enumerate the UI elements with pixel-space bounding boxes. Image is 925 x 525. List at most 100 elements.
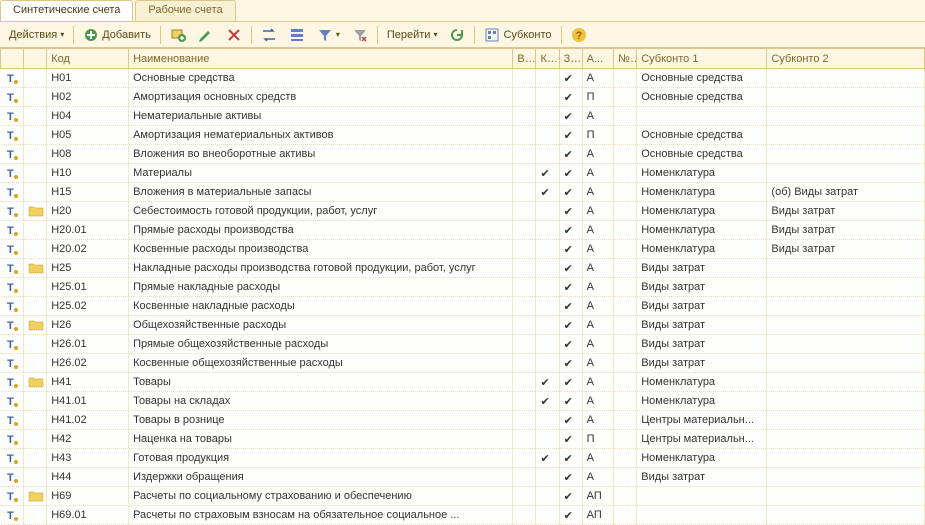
svg-text:T: T bbox=[7, 206, 14, 218]
cell-code: Н26.02 bbox=[47, 354, 129, 373]
table-row[interactable]: TН04Нематериальные активы✔А bbox=[1, 107, 925, 126]
table-row[interactable]: TН08Вложения во внеоборотные активы✔АОсн… bbox=[1, 145, 925, 164]
row-type-icon: T bbox=[1, 373, 24, 392]
cell-s2 bbox=[767, 107, 925, 126]
row-type-icon: T bbox=[1, 183, 24, 202]
col-k[interactable]: К... bbox=[536, 49, 559, 69]
table-row[interactable]: TН69Расчеты по социальному страхованию и… bbox=[1, 487, 925, 506]
cell-n bbox=[614, 506, 637, 525]
table-row[interactable]: TН41.02Товары в рознице✔АЦентры материал… bbox=[1, 411, 925, 430]
hierarchy-button[interactable] bbox=[284, 24, 310, 46]
cell-z: ✔ bbox=[559, 392, 582, 411]
move-button[interactable] bbox=[256, 24, 282, 46]
cell-k: ✔ bbox=[536, 449, 559, 468]
table-row[interactable]: TН26.01Прямые общехозяйственные расходы✔… bbox=[1, 335, 925, 354]
cell-n bbox=[614, 373, 637, 392]
table-row[interactable]: TН20.02Косвенные расходы производства✔АН… bbox=[1, 240, 925, 259]
cell-v bbox=[513, 69, 536, 88]
table-row[interactable]: TН02Амортизация основных средств✔ПОсновн… bbox=[1, 88, 925, 107]
cell-k bbox=[536, 240, 559, 259]
delete-button[interactable] bbox=[221, 24, 247, 46]
edit-button[interactable] bbox=[193, 24, 219, 46]
tab-working[interactable]: Рабочие счета bbox=[135, 0, 235, 21]
cell-n bbox=[614, 88, 637, 107]
row-folder-icon bbox=[24, 240, 47, 259]
row-folder-icon bbox=[24, 278, 47, 297]
cell-s2 bbox=[767, 278, 925, 297]
table-row[interactable]: TН42Наценка на товары✔ПЦентры материальн… bbox=[1, 430, 925, 449]
cell-name: Товары в рознице bbox=[129, 411, 513, 430]
svg-text:T: T bbox=[7, 168, 14, 180]
table-row[interactable]: TН25.02Косвенные накладные расходы✔АВиды… bbox=[1, 297, 925, 316]
table-row[interactable]: TН41Товары✔✔АНоменклатура bbox=[1, 373, 925, 392]
table-row[interactable]: TН20.01Прямые расходы производства✔АНоме… bbox=[1, 221, 925, 240]
row-folder-icon bbox=[24, 316, 47, 335]
tab-synthetic[interactable]: Синтетические счета bbox=[0, 0, 133, 21]
cell-s1: Номенклатура bbox=[637, 392, 767, 411]
cell-s1: Номенклатура bbox=[637, 183, 767, 202]
col-name[interactable]: Наименование bbox=[129, 49, 513, 69]
row-type-icon: T bbox=[1, 487, 24, 506]
cell-k bbox=[536, 411, 559, 430]
table-row[interactable]: TН26.02Косвенные общехозяйственные расхо… bbox=[1, 354, 925, 373]
svg-text:T: T bbox=[7, 472, 14, 484]
row-type-icon: T bbox=[1, 240, 24, 259]
cell-a: А bbox=[582, 354, 613, 373]
cell-n bbox=[614, 449, 637, 468]
help-button[interactable]: ? bbox=[566, 24, 592, 46]
table-row[interactable]: TН10Материалы✔✔АНоменклатура bbox=[1, 164, 925, 183]
cell-k bbox=[536, 221, 559, 240]
col-n[interactable]: №.. bbox=[614, 49, 637, 69]
cell-a: А bbox=[582, 278, 613, 297]
actions-menu[interactable]: Действия▾ bbox=[4, 26, 69, 44]
table-row[interactable]: TН25.01Прямые накладные расходы✔АВиды за… bbox=[1, 278, 925, 297]
refresh-button[interactable] bbox=[444, 24, 470, 46]
subkonto-button[interactable]: Субконто bbox=[479, 24, 556, 46]
col-code[interactable]: Код bbox=[47, 49, 129, 69]
row-folder-icon bbox=[24, 145, 47, 164]
row-type-icon: T bbox=[1, 506, 24, 525]
cell-v bbox=[513, 126, 536, 145]
cell-code: Н44 bbox=[47, 468, 129, 487]
table-row[interactable]: TН15Вложения в материальные запасы✔✔АНом… bbox=[1, 183, 925, 202]
table-row[interactable]: TН25Накладные расходы производства готов… bbox=[1, 259, 925, 278]
col-v[interactable]: В... bbox=[513, 49, 536, 69]
cell-code: Н05 bbox=[47, 126, 129, 145]
table-row[interactable]: TН44Издержки обращения✔АВиды затрат bbox=[1, 468, 925, 487]
filter-button[interactable]: ▾ bbox=[312, 24, 345, 46]
row-folder-icon bbox=[24, 69, 47, 88]
table-row[interactable]: TН05Амортизация нематериальных активов✔П… bbox=[1, 126, 925, 145]
clear-filter-button[interactable] bbox=[347, 24, 373, 46]
row-type-icon: T bbox=[1, 392, 24, 411]
table-row[interactable]: TН43Готовая продукция✔✔АНоменклатура bbox=[1, 449, 925, 468]
cell-code: Н20 bbox=[47, 202, 129, 221]
cell-s1: Номенклатура bbox=[637, 164, 767, 183]
col-a[interactable]: А... bbox=[582, 49, 613, 69]
cell-v bbox=[513, 202, 536, 221]
table-row[interactable]: TН20Себестоимость готовой продукции, раб… bbox=[1, 202, 925, 221]
cell-a: А bbox=[582, 69, 613, 88]
col-s2[interactable]: Субконто 2 bbox=[767, 49, 925, 69]
table-row[interactable]: TН41.01Товары на складах✔✔АНоменклатура bbox=[1, 392, 925, 411]
cell-s2 bbox=[767, 430, 925, 449]
cell-v bbox=[513, 164, 536, 183]
col-s1[interactable]: Субконто 1 bbox=[637, 49, 767, 69]
table-row[interactable]: TН69.01Расчеты по страховым взносам на о… bbox=[1, 506, 925, 525]
separator bbox=[377, 26, 378, 44]
cell-name: Нематериальные активы bbox=[129, 107, 513, 126]
table-row[interactable]: TН26Общехозяйственные расходы✔АВиды затр… bbox=[1, 316, 925, 335]
col-folder[interactable] bbox=[24, 49, 47, 69]
cell-s2 bbox=[767, 259, 925, 278]
cell-z: ✔ bbox=[559, 354, 582, 373]
go-menu[interactable]: Перейти▾ bbox=[382, 26, 443, 44]
hierarchy-icon bbox=[289, 27, 305, 43]
add-button[interactable]: Добавить bbox=[78, 24, 156, 46]
cell-code: Н10 bbox=[47, 164, 129, 183]
col-z[interactable]: З... bbox=[559, 49, 582, 69]
table-row[interactable]: TН01Основные средства✔АОсновные средства bbox=[1, 69, 925, 88]
cell-n bbox=[614, 221, 637, 240]
cell-z: ✔ bbox=[559, 221, 582, 240]
col-type[interactable] bbox=[1, 49, 24, 69]
cell-a: АП bbox=[582, 487, 613, 506]
add-group-button[interactable] bbox=[165, 24, 191, 46]
